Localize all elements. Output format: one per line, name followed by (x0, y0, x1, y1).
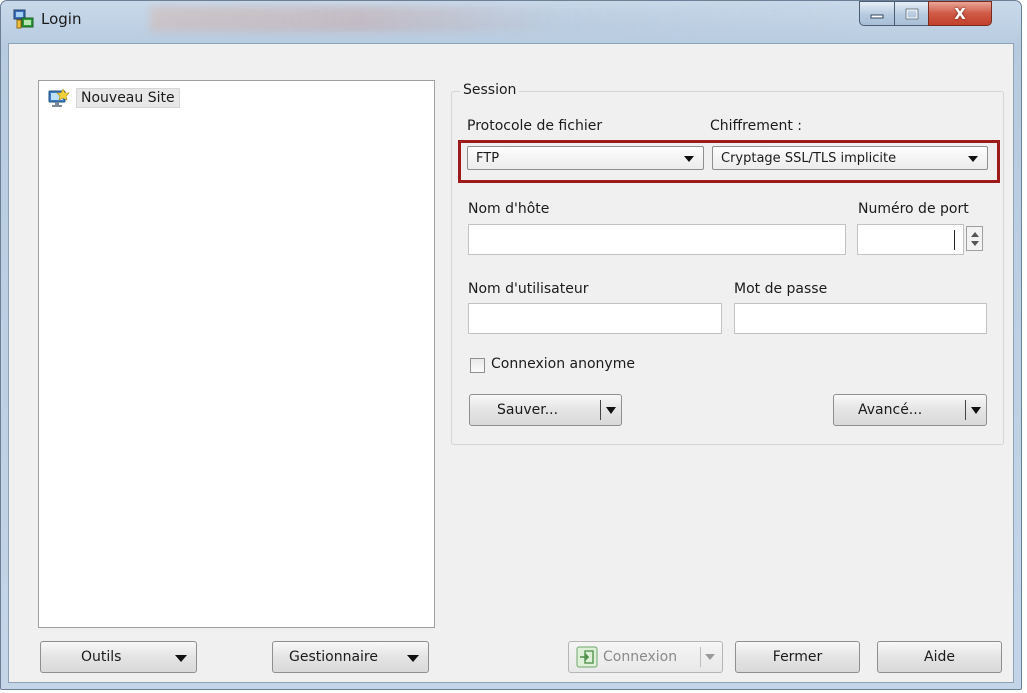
protocol-select[interactable]: FTP (467, 146, 704, 170)
app-icon (13, 9, 35, 31)
advanced-button[interactable]: Avancé... (833, 394, 987, 426)
tools-button[interactable]: Outils (40, 641, 197, 673)
host-label: Nom d'hôte (468, 201, 550, 217)
chevron-down-icon (175, 655, 187, 662)
close-button-label: Fermer (772, 649, 823, 665)
connect-button-label: Connexion (603, 649, 678, 665)
manager-button[interactable]: Gestionnaire (272, 641, 429, 673)
username-input[interactable] (468, 303, 722, 334)
text-cursor (954, 230, 955, 250)
chevron-down-icon (705, 654, 715, 660)
encryption-select-value: Cryptage SSL/TLS implicite (721, 150, 897, 166)
username-label: Nom d'utilisateur (468, 281, 589, 297)
encryption-label: Chiffrement : (710, 118, 803, 134)
help-button[interactable]: Aide (877, 641, 1002, 673)
spinner-down-icon (971, 241, 979, 246)
window-title: Login (41, 10, 82, 28)
split-separator (965, 400, 966, 420)
close-icon: X (954, 4, 966, 23)
maximize-icon (905, 8, 918, 19)
tree-item-label: Nouveau Site (76, 88, 180, 108)
connect-button[interactable]: Connexion (568, 641, 723, 673)
site-tree[interactable] (38, 80, 435, 628)
session-group-label: Session (460, 82, 520, 98)
connect-icon (576, 646, 598, 668)
protocol-label: Protocole de fichier (467, 118, 603, 134)
chevron-down-icon (684, 156, 694, 162)
close-window-button[interactable]: X (928, 1, 992, 26)
chevron-down-icon (968, 156, 978, 162)
minimize-icon (870, 14, 884, 18)
encryption-select[interactable]: Cryptage SSL/TLS implicite (712, 146, 988, 170)
save-button[interactable]: Sauver... (469, 394, 622, 426)
password-label: Mot de passe (734, 281, 828, 297)
port-input[interactable] (857, 224, 964, 255)
close-button[interactable]: Fermer (735, 641, 860, 673)
split-separator (700, 647, 701, 667)
chevron-down-icon (407, 655, 419, 662)
split-separator (600, 400, 601, 420)
tools-button-label: Outils (81, 649, 122, 665)
manager-button-label: Gestionnaire (289, 649, 378, 665)
chevron-down-icon (606, 407, 616, 414)
help-button-label: Aide (924, 649, 955, 665)
minimize-button[interactable] (859, 1, 895, 26)
tree-item-nouveau-site[interactable]: Nouveau Site (48, 87, 180, 109)
port-spinner[interactable] (966, 226, 983, 251)
password-input[interactable] (734, 303, 987, 334)
save-button-label: Sauver... (497, 402, 559, 418)
chevron-down-icon (971, 407, 981, 414)
advanced-button-label: Avancé... (858, 402, 923, 418)
title-bar-background (150, 6, 840, 32)
port-label: Numéro de port (858, 201, 969, 217)
protocol-select-value: FTP (476, 150, 500, 166)
maximize-button[interactable] (894, 1, 929, 26)
computer-icon (48, 88, 70, 107)
anonymous-checkbox[interactable] (470, 358, 485, 373)
host-input[interactable] (468, 224, 846, 255)
anonymous-label: Connexion anonyme (491, 356, 635, 372)
spinner-up-icon (971, 232, 979, 237)
